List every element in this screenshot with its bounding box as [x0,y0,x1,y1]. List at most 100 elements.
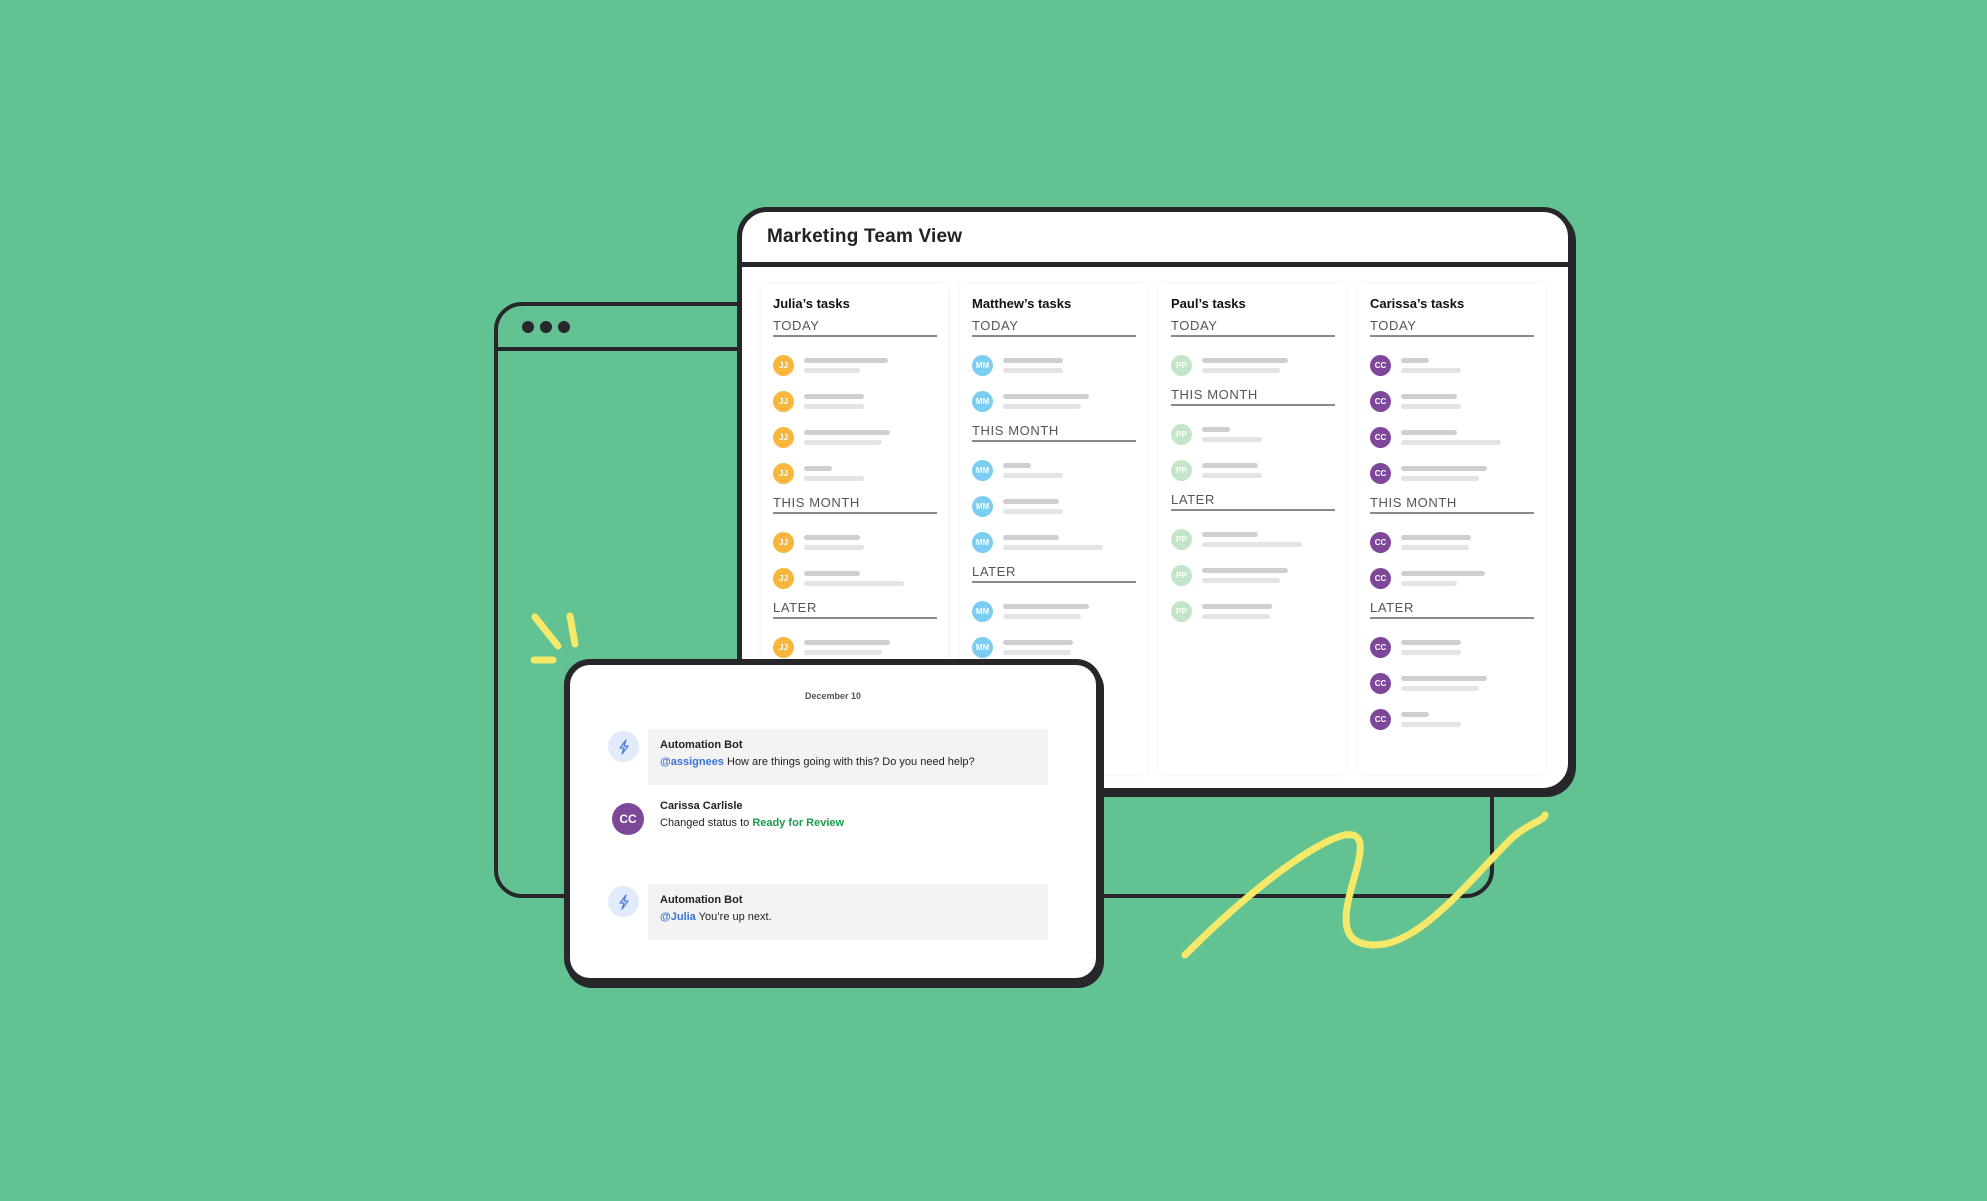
avatar: JJ [773,426,794,448]
placeholder-line [804,403,864,409]
placeholder-line [1003,508,1063,514]
task-placeholder [1003,639,1073,655]
task-item[interactable]: JJ [773,347,937,383]
placeholder-line [1401,711,1429,717]
task-item[interactable]: CC [1370,701,1534,737]
task-item[interactable]: JJ [773,455,937,491]
task-item[interactable]: JJ [773,560,937,596]
section-label: LATER [972,564,1136,583]
task-placeholder [1401,429,1501,445]
task-item[interactable]: MM [972,452,1136,488]
task-item[interactable]: MM [972,347,1136,383]
task-placeholder [1003,534,1103,550]
column-title: Carissa’s tasks [1370,296,1465,311]
status-change: Carissa Carlisle Changed status to Ready… [660,800,844,829]
task-placeholder [1401,534,1471,550]
task-item[interactable]: PP [1171,521,1335,557]
task-placeholder [1003,393,1089,409]
section-label: TODAY [773,318,937,337]
task-item[interactable]: CC [1370,560,1534,596]
section-label: TODAY [1171,318,1335,337]
placeholder-line [1003,367,1063,373]
avatar: PP [1171,459,1192,481]
placeholder-line [1003,462,1031,468]
task-item[interactable]: CC [1370,665,1534,701]
task-item[interactable]: CC [1370,347,1534,383]
section-label: THIS MONTH [773,495,937,514]
placeholder-line [1401,544,1469,550]
placeholder-line [1202,472,1262,478]
avatar: JJ [773,531,794,553]
task-item[interactable]: MM [972,593,1136,629]
placeholder-line [1003,472,1063,478]
task-placeholder [1401,465,1487,481]
avatar: CC [1370,354,1391,376]
window-dot-icon [540,321,552,333]
task-item[interactable]: CC [1370,455,1534,491]
task-column: Paul’s tasks TODAY PP THIS MONTH PP PP LATER PP… [1159,284,1346,774]
avatar: JJ [773,567,794,589]
task-item[interactable]: MM [972,524,1136,560]
section-label: THIS MONTH [1171,387,1335,406]
placeholder-line [1401,570,1485,576]
mention-link[interactable]: @Julia [660,911,696,923]
placeholder-line [1401,403,1461,409]
placeholder-line [804,570,860,576]
task-item[interactable]: JJ [773,419,937,455]
placeholder-line [804,357,888,363]
task-placeholder [1401,393,1461,409]
placeholder-line [1202,426,1230,432]
task-item[interactable]: MM [972,488,1136,524]
task-item[interactable]: MM [972,383,1136,419]
task-item[interactable]: PP [1171,347,1335,383]
placeholder-line [804,367,860,373]
placeholder-line [1401,534,1471,540]
window-controls [522,321,570,333]
message-body: Changed status to [660,817,750,829]
mention-link[interactable]: @assignees [660,756,724,768]
message-bubble: Automation Bot @assignees How are things… [648,729,1048,785]
placeholder-line [804,475,864,481]
task-placeholder [1003,357,1063,373]
task-item[interactable]: CC [1370,629,1534,665]
avatar: MM [972,354,993,376]
lightning-icon [618,893,629,910]
placeholder-line [1202,603,1272,609]
placeholder-line [1401,475,1479,481]
task-item[interactable]: PP [1171,416,1335,452]
message-body: How are things going with this? Do you n… [727,756,975,768]
avatar: CC [1370,672,1391,694]
section-label: TODAY [1370,318,1534,337]
placeholder-line [1003,603,1089,609]
placeholder-line [1401,685,1479,691]
avatar: PP [1171,600,1192,622]
placeholder-line [1202,567,1288,573]
placeholder-line [804,649,882,655]
placeholder-line [804,580,904,586]
task-placeholder [1401,357,1461,373]
placeholder-line [1202,367,1280,373]
column-title: Matthew’s tasks [972,296,1072,311]
status-badge[interactable]: Ready for Review [752,817,844,829]
section-label: LATER [1370,600,1534,619]
task-item[interactable]: JJ [773,524,937,560]
task-item[interactable]: PP [1171,557,1335,593]
placeholder-line [1401,367,1461,373]
task-item[interactable]: JJ [773,383,937,419]
bot-avatar [608,886,639,917]
avatar: JJ [773,390,794,412]
placeholder-line [1202,436,1262,442]
task-item[interactable]: CC [1370,419,1534,455]
window-dot-icon [558,321,570,333]
task-placeholder [1003,603,1089,619]
task-item[interactable]: CC [1370,524,1534,560]
task-item[interactable]: PP [1171,593,1335,629]
bot-avatar [608,731,639,762]
avatar: CC [1370,531,1391,553]
placeholder-line [804,429,890,435]
avatar: MM [972,600,993,622]
task-item[interactable]: PP [1171,452,1335,488]
avatar: MM [972,459,993,481]
placeholder-line [1003,498,1059,504]
task-item[interactable]: CC [1370,383,1534,419]
